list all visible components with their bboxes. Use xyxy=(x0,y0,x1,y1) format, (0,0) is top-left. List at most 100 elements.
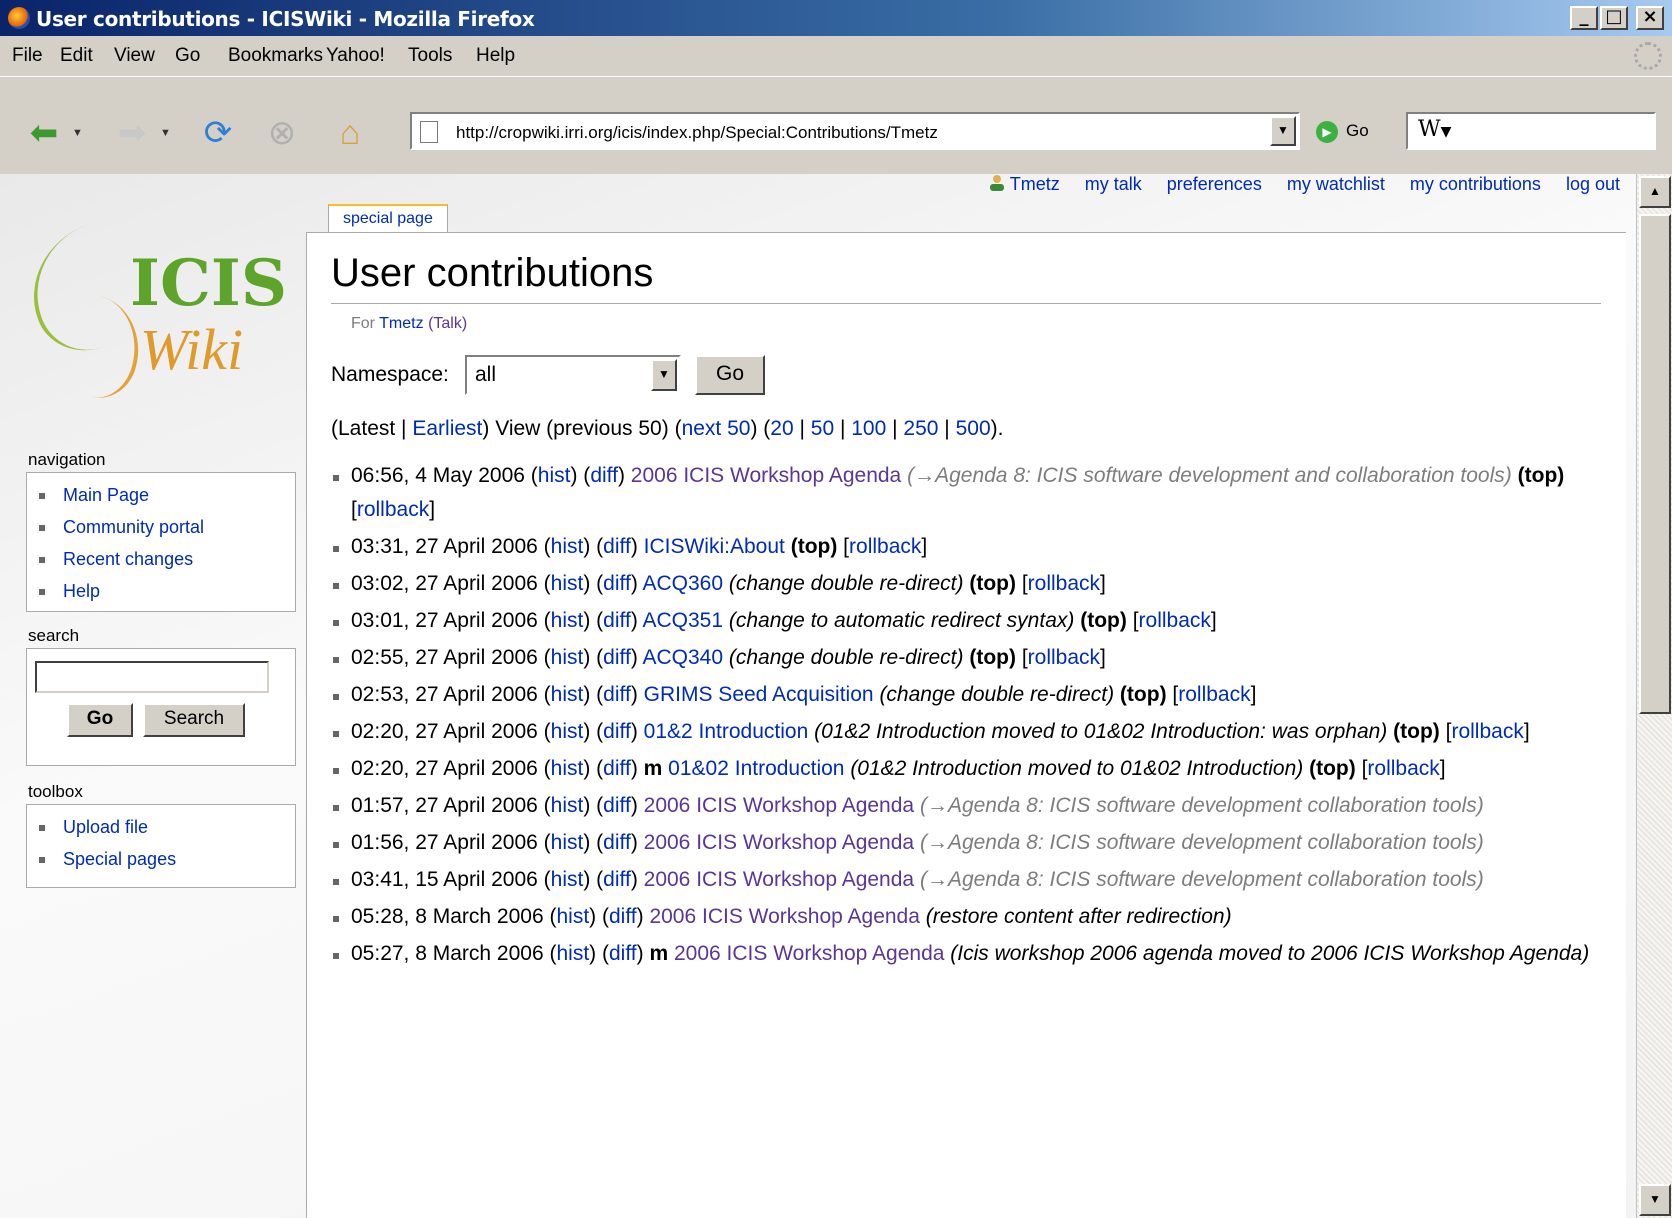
rollback-link[interactable]: rollback xyxy=(849,535,921,558)
menu-bookmarks[interactable]: Bookmarks xyxy=(228,45,323,67)
scroll-up-icon[interactable]: ▲ xyxy=(1639,176,1671,208)
wikipedia-search-box[interactable]: W▼ xyxy=(1406,112,1656,150)
subtitle-user-link[interactable]: Tmetz xyxy=(379,315,423,332)
sidebar-item-community-portal[interactable]: Community portal xyxy=(39,511,295,543)
hist-link[interactable]: hist xyxy=(551,720,584,743)
page-link[interactable]: 2006 ICIS Workshop Agenda xyxy=(644,868,914,891)
search-button[interactable]: Search xyxy=(143,703,245,737)
diff-link[interactable]: diff xyxy=(603,535,631,558)
pager-limit-250[interactable]: 250 xyxy=(903,417,938,440)
sidebar-item-main-page[interactable]: Main Page xyxy=(39,479,295,511)
reload-icon[interactable]: ⟳ xyxy=(196,113,240,153)
diff-link[interactable]: diff xyxy=(603,868,631,891)
vertical-scrollbar[interactable]: ▲ ▼ xyxy=(1636,174,1672,1218)
pager-limit-50[interactable]: 50 xyxy=(811,417,834,440)
diff-link[interactable]: diff xyxy=(603,572,631,595)
scroll-down-icon[interactable]: ▼ xyxy=(1639,1184,1671,1216)
rollback-link[interactable]: rollback xyxy=(357,498,429,521)
search-go-button[interactable]: Go xyxy=(67,703,133,737)
rollback-link[interactable]: rollback xyxy=(1178,683,1250,706)
hist-link[interactable]: hist xyxy=(551,535,584,558)
page-link[interactable]: ACQ351 xyxy=(642,609,723,632)
pager-earliest-link[interactable]: Earliest xyxy=(412,417,482,440)
hist-link[interactable]: hist xyxy=(551,609,584,632)
hist-link[interactable]: hist xyxy=(551,683,584,706)
hist-link[interactable]: hist xyxy=(551,572,584,595)
menu-help[interactable]: Help xyxy=(476,45,515,67)
page-link[interactable]: 01&02 Introduction xyxy=(668,757,844,780)
my-talk-link[interactable]: my talk xyxy=(1085,174,1142,194)
rollback-link[interactable]: rollback xyxy=(1139,609,1211,632)
hist-link[interactable]: hist xyxy=(551,868,584,891)
hist-link[interactable]: hist xyxy=(551,646,584,669)
pager-limit-100[interactable]: 100 xyxy=(851,417,886,440)
subtitle-talk-link[interactable]: (Talk) xyxy=(428,315,467,332)
chevron-down-icon[interactable]: ▼ xyxy=(651,359,677,391)
hist-link[interactable]: hist xyxy=(556,942,589,965)
url-go-button[interactable]: ▶ Go xyxy=(1316,113,1369,149)
pager-limit-20[interactable]: 20 xyxy=(770,417,793,440)
rollback-link[interactable]: rollback xyxy=(1028,572,1100,595)
diff-link[interactable]: diff xyxy=(609,905,637,928)
namespace-go-button[interactable]: Go xyxy=(695,355,765,395)
sidebar-search-input[interactable] xyxy=(35,661,269,693)
back-button[interactable]: ⬅ xyxy=(22,113,66,153)
page-link[interactable]: 2006 ICIS Workshop Agenda xyxy=(644,794,914,817)
diff-link[interactable]: diff xyxy=(603,720,631,743)
sidebar-item-upload-file[interactable]: Upload file xyxy=(39,811,295,843)
page-link[interactable]: 2006 ICIS Workshop Agenda xyxy=(631,464,901,487)
sidebar-item-help[interactable]: Help xyxy=(39,575,295,607)
diff-link[interactable]: diff xyxy=(603,794,631,817)
maximize-button[interactable]: □ xyxy=(1600,6,1628,30)
window-titlebar[interactable]: User contributions - ICISWiki - Mozilla … xyxy=(0,0,1672,36)
url-dropdown-button[interactable]: ▼ xyxy=(1270,116,1296,146)
page-link[interactable]: 2006 ICIS Workshop Agenda xyxy=(649,905,919,928)
page-link[interactable]: ACQ360 xyxy=(642,572,723,595)
page-link[interactable]: ACQ340 xyxy=(642,646,723,669)
diff-link[interactable]: diff xyxy=(603,609,631,632)
diff-link[interactable]: diff xyxy=(609,942,637,965)
diff-link[interactable]: diff xyxy=(603,683,631,706)
forward-dropdown-icon[interactable]: ▼ xyxy=(160,127,171,139)
page-link[interactable]: 2006 ICIS Workshop Agenda xyxy=(644,831,914,854)
minimize-button[interactable]: _ xyxy=(1570,6,1598,30)
rollback-link[interactable]: rollback xyxy=(1451,720,1523,743)
diff-link[interactable]: diff xyxy=(603,757,631,780)
page-link[interactable]: GRIMS Seed Acquisition xyxy=(644,683,874,706)
diff-link[interactable]: diff xyxy=(603,646,631,669)
tab-special-page[interactable]: special page xyxy=(328,204,448,234)
hist-link[interactable]: hist xyxy=(556,905,589,928)
scrollbar-thumb[interactable] xyxy=(1639,214,1671,714)
hist-link[interactable]: hist xyxy=(538,464,571,487)
page-link[interactable]: 01&2 Introduction xyxy=(644,720,809,743)
menu-edit[interactable]: Edit xyxy=(60,45,93,67)
user-link[interactable]: Tmetz xyxy=(968,174,1060,194)
url-text[interactable]: http://cropwiki.irri.org/icis/index.php/… xyxy=(456,123,938,143)
stop-icon[interactable]: ⊗ xyxy=(260,113,304,153)
menu-yahoo[interactable]: Yahoo! xyxy=(326,45,385,67)
forward-button[interactable]: ➡ xyxy=(110,113,154,153)
hist-link[interactable]: hist xyxy=(551,757,584,780)
log-out-link[interactable]: log out xyxy=(1566,174,1620,194)
back-dropdown-icon[interactable]: ▼ xyxy=(72,127,83,139)
url-bar[interactable]: http://cropwiki.irri.org/icis/index.php/… xyxy=(410,112,1300,150)
page-link[interactable]: ICISWiki:About xyxy=(644,535,785,558)
rollback-link[interactable]: rollback xyxy=(1028,646,1100,669)
menu-tools[interactable]: Tools xyxy=(408,45,452,67)
rollback-link[interactable]: rollback xyxy=(1367,757,1439,780)
preferences-link[interactable]: preferences xyxy=(1167,174,1262,194)
namespace-select[interactable]: all ▼ xyxy=(465,355,681,395)
my-watchlist-link[interactable]: my watchlist xyxy=(1287,174,1385,194)
hist-link[interactable]: hist xyxy=(551,831,584,854)
site-logo[interactable]: ICIS Wiki xyxy=(13,207,290,416)
hist-link[interactable]: hist xyxy=(551,794,584,817)
page-link[interactable]: 2006 ICIS Workshop Agenda xyxy=(674,942,944,965)
my-contributions-link[interactable]: my contributions xyxy=(1410,174,1541,194)
diff-link[interactable]: diff xyxy=(603,831,631,854)
close-button[interactable]: × xyxy=(1636,6,1664,30)
pager-limit-500[interactable]: 500 xyxy=(956,417,991,440)
menu-view[interactable]: View xyxy=(114,45,155,67)
sidebar-item-recent-changes[interactable]: Recent changes xyxy=(39,543,295,575)
menu-file[interactable]: File xyxy=(12,45,43,67)
search-engine-icon[interactable]: W xyxy=(1418,117,1441,142)
